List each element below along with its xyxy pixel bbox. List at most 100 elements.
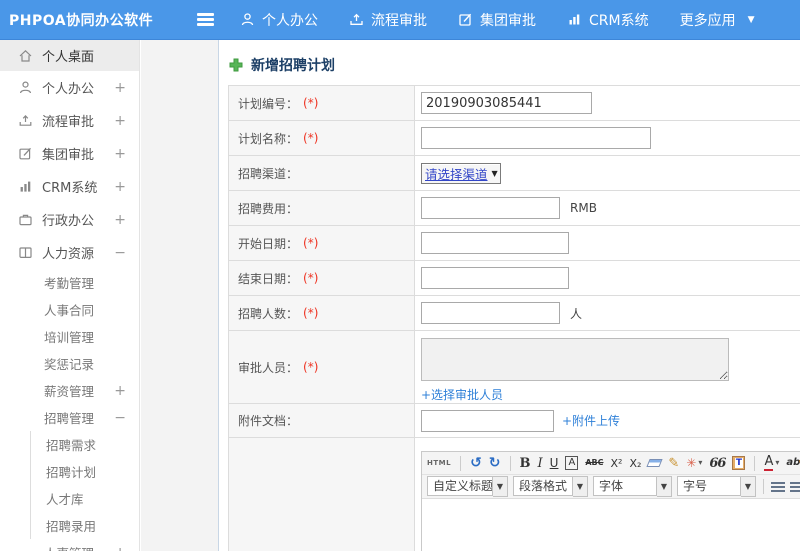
redo-icon[interactable]: ↻	[489, 456, 501, 470]
expand-toggle[interactable]: +	[114, 179, 126, 195]
html-source-button[interactable]: HTML	[427, 459, 451, 467]
expand-toggle[interactable]: +	[114, 113, 126, 129]
font-size-dropdown[interactable]: 字号 ▼	[677, 476, 756, 497]
special-effect-icon[interactable]: ✳ ▾	[686, 457, 702, 469]
sidebar-item-label: 人事管理	[44, 543, 94, 551]
collapse-toggle[interactable]: −	[114, 410, 126, 426]
sidebar-item-label: CRM系统	[42, 181, 98, 196]
subscript-button[interactable]: X₂	[629, 458, 641, 469]
field-label: 招聘人数：	[238, 306, 299, 321]
end-date-input[interactable]	[421, 267, 569, 289]
sidebar-item-label: 个人桌面	[42, 50, 95, 65]
sidebar-item-admin-office[interactable]: 行政办公 +	[0, 203, 139, 236]
page-title: 新增招聘计划	[229, 55, 335, 75]
collapse-toggle[interactable]: −	[114, 245, 126, 261]
strikethrough-button[interactable]: ABC	[585, 459, 603, 467]
form-row-plan-name: 计划名称： (*)	[229, 121, 800, 156]
hamburger-menu-icon[interactable]	[197, 11, 214, 29]
sidebar-item-human-resources[interactable]: 人力资源 −	[0, 236, 139, 269]
nav-crm-system[interactable]: CRM系统	[567, 10, 649, 30]
required-marker: (*)	[303, 306, 319, 320]
top-header: PHPOA协同办公软件 个人办公 流程审批 集团审批 CRM系统 更多应用 ▼	[0, 0, 800, 40]
expand-toggle[interactable]: +	[114, 545, 126, 551]
undo-icon[interactable]: ↺	[470, 456, 482, 470]
nav-label: 流程审批	[371, 12, 427, 29]
sidebar-item-label: 招聘计划	[46, 465, 97, 480]
headcount-input[interactable]	[421, 302, 560, 324]
nav-more-apps[interactable]: 更多应用 ▼	[680, 10, 755, 30]
expand-toggle[interactable]: +	[114, 383, 126, 399]
sidebar-subitem-talent-pool[interactable]: 人才库	[30, 485, 139, 512]
sidebar-item-personal-desktop[interactable]: 个人桌面	[0, 40, 139, 71]
attachment-upload-link[interactable]: +附件上传	[562, 412, 620, 429]
home-icon	[18, 48, 33, 63]
italic-button[interactable]: I	[538, 457, 543, 470]
page-title-text: 新增招聘计划	[251, 58, 335, 74]
add-plus-icon	[229, 58, 243, 72]
sidebar-subitem-recruit-mgmt[interactable]: 招聘管理 −	[0, 404, 139, 431]
align-center-icon[interactable]	[790, 481, 800, 492]
format-brush-icon[interactable]: ✎	[668, 457, 679, 470]
sidebar-subitem-attendance[interactable]: 考勤管理	[0, 269, 139, 296]
start-date-input[interactable]	[421, 232, 569, 254]
superscript-button[interactable]: X²	[610, 458, 622, 469]
highlight-button[interactable]: ab✎	[786, 458, 800, 469]
custom-title-dropdown[interactable]: 自定义标题 ▼	[427, 476, 508, 497]
sidebar-item-crm-system[interactable]: CRM系统 +	[0, 170, 139, 203]
sidebar-item-label: 招聘管理	[44, 411, 95, 426]
paste-as-text-icon[interactable]: T	[732, 456, 746, 470]
field-label: 招聘渠道：	[238, 166, 299, 181]
expand-toggle[interactable]: +	[114, 146, 126, 162]
edit-square-icon	[18, 146, 33, 161]
required-marker: (*)	[303, 360, 319, 374]
expand-toggle[interactable]: +	[114, 212, 126, 228]
plan-name-input[interactable]	[421, 127, 651, 149]
select-approvers-link[interactable]: +选择审批人员	[421, 386, 800, 403]
caret-down-icon: ▼	[657, 476, 672, 497]
bold-button[interactable]: B	[520, 457, 531, 470]
underline-button[interactable]: U	[550, 457, 559, 469]
sidebar-item-personal-office[interactable]: 个人办公 +	[0, 71, 139, 104]
form-row-editor: HTML ↺ ↻ B I U A ABC X² X₂ ✎ ✳ ▾ 66 T A …	[229, 438, 800, 551]
field-label: 招聘费用：	[238, 201, 299, 216]
paragraph-format-dropdown[interactable]: 段落格式 ▼	[513, 476, 588, 497]
plan-number-input[interactable]	[421, 92, 592, 114]
font-family-dropdown[interactable]: 字体 ▼	[593, 476, 672, 497]
blockquote-button[interactable]: 66	[709, 457, 726, 470]
field-label: 计划编号：	[238, 96, 299, 111]
attachment-input[interactable]	[421, 409, 554, 432]
sidebar-item-workflow-approval[interactable]: 流程审批 +	[0, 104, 139, 137]
inline-style-button[interactable]: A	[565, 456, 579, 470]
sidebar-item-label: 人事合同	[44, 303, 95, 318]
editor-content-area[interactable]	[422, 499, 800, 551]
nav-workflow-approval[interactable]: 流程审批	[349, 10, 427, 30]
nav-group-approval[interactable]: 集团审批	[458, 10, 536, 30]
sidebar-item-group-approval[interactable]: 集团审批 +	[0, 137, 139, 170]
nav-label: 更多应用	[679, 12, 736, 29]
sidebar-subitem-training[interactable]: 培训管理	[0, 323, 139, 350]
sidebar-subitem-recruit-demand[interactable]: 招聘需求	[30, 431, 139, 458]
sidebar-subitem-rewards[interactable]: 奖惩记录	[0, 350, 139, 377]
fee-input[interactable]	[421, 197, 560, 219]
rich-text-editor: HTML ↺ ↻ B I U A ABC X² X₂ ✎ ✳ ▾ 66 T A …	[421, 451, 800, 551]
approvers-textarea[interactable]	[421, 338, 729, 381]
sidebar-item-label: 薪资管理	[44, 384, 95, 399]
top-navigation: 个人办公 流程审批 集团审批 CRM系统 更多应用 ▼	[240, 10, 786, 30]
eraser-icon[interactable]	[646, 459, 664, 467]
font-color-button[interactable]: A ▾	[764, 455, 779, 471]
caret-down-icon: ▼	[741, 476, 756, 497]
field-label: 结束日期：	[238, 271, 299, 286]
sidebar-subitem-hr-contract[interactable]: 人事合同	[0, 296, 139, 323]
sidebar-subitem-salary[interactable]: 薪资管理 +	[0, 377, 139, 404]
field-label: 开始日期：	[238, 236, 299, 251]
channel-select[interactable]: 请选择渠道 ▼	[421, 162, 501, 184]
field-label: 计划名称：	[238, 131, 299, 146]
nav-personal-office[interactable]: 个人办公	[240, 10, 318, 30]
expand-toggle[interactable]: +	[114, 80, 126, 96]
sidebar-subitem-recruit-hiring[interactable]: 招聘录用	[30, 512, 139, 539]
caret-down-icon: ▾	[775, 458, 780, 467]
sidebar-subitem-recruit-plan[interactable]: 招聘计划	[30, 458, 139, 485]
person-icon	[18, 80, 33, 95]
align-left-icon[interactable]	[771, 481, 785, 492]
sidebar-subitem-personnel-mgmt[interactable]: 人事管理 +	[0, 539, 139, 551]
